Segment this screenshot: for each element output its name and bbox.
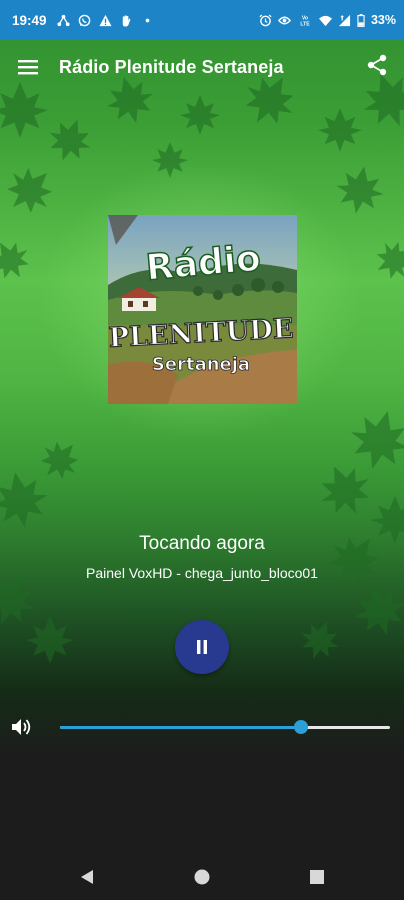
pause-icon	[197, 640, 207, 654]
play-pause-button[interactable]	[175, 620, 229, 674]
eye-icon	[277, 16, 291, 24]
menu-button[interactable]	[14, 53, 42, 81]
volume-icon	[12, 719, 31, 735]
hand-icon	[122, 14, 130, 27]
app-bar: Rádio Plenitude Sertaneja	[0, 40, 404, 94]
warning-icon	[98, 14, 112, 26]
status-time: 19:49	[12, 12, 47, 28]
alarm-icon	[259, 13, 272, 26]
battery-percentage: 33%	[370, 13, 396, 27]
dot-icon	[145, 18, 149, 22]
network-icon	[56, 14, 70, 26]
status-notification-icons	[56, 14, 154, 27]
cover-line-sertaneja: Sertaneja	[152, 354, 250, 375]
system-navigation-bar	[0, 853, 404, 900]
volume-slider-thumb[interactable]	[293, 720, 308, 734]
wifi-icon	[318, 15, 332, 26]
back-triangle-icon[interactable]	[78, 868, 96, 886]
signal-icon	[338, 14, 351, 26]
status-bar: 19:49 Vo LTE 33%	[0, 0, 404, 40]
svg-text:Vo: Vo	[302, 15, 308, 21]
home-circle-icon[interactable]	[193, 868, 211, 886]
recents-square-icon[interactable]	[308, 868, 326, 886]
now-playing-label: Tocando agora	[139, 533, 265, 554]
volume-slider[interactable]	[60, 717, 390, 737]
hamburger-menu-icon	[18, 60, 38, 75]
volume-button[interactable]	[11, 716, 33, 738]
volume-slider-fill	[60, 726, 301, 729]
svg-text:LTE: LTE	[300, 21, 310, 26]
status-system-icons: Vo LTE 33%	[259, 13, 396, 27]
battery-icon	[357, 13, 365, 27]
app-screen: 19:49 Vo LTE 33% Rádio Plenitude Sertanej…	[0, 0, 404, 900]
share-icon	[367, 54, 387, 76]
share-button[interactable]	[366, 54, 392, 80]
station-cover-art: Rádio PLENITUDE Sertaneja	[108, 215, 297, 404]
track-title: Painel VoxHD - chega_junto_bloco01	[86, 565, 318, 581]
whatsapp-icon	[78, 14, 90, 26]
leaf-background	[0, 64, 404, 666]
app-title: Rádio Plenitude Sertaneja	[59, 56, 284, 77]
volte-icon: VoLTE	[300, 15, 310, 26]
